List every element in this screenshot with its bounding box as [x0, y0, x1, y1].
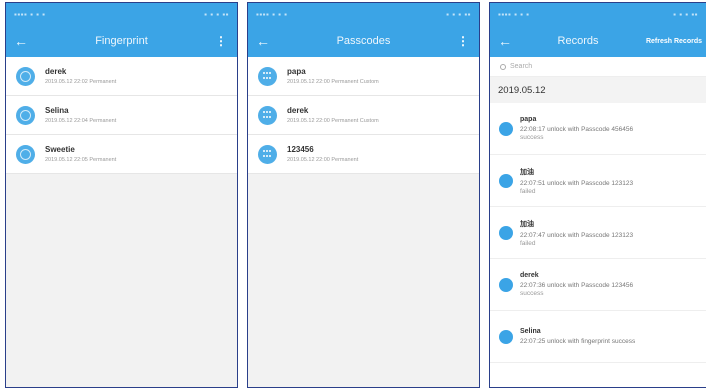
- app-bar: ← Passcodes ⋮: [248, 25, 479, 57]
- item-name: 123456: [287, 145, 314, 154]
- keypad-icon: [258, 144, 277, 164]
- record-item[interactable]: 加油 22:07:51 unlock with Passcode 123123 …: [490, 155, 706, 207]
- fingerprint-icon: [16, 105, 35, 125]
- item-subtitle: 2019.05.12 22:00 Permanent Custom: [287, 118, 379, 124]
- record-detail: 22:08:17 unlock with Passcode 456456: [520, 126, 634, 133]
- list-item[interactable]: Selina 2019.05.12 22:04 Permanent: [6, 96, 237, 135]
- more-menu-icon[interactable]: ⋮: [215, 34, 227, 48]
- record-item[interactable]: Selina 22:07:25 unlock with fingerprint …: [490, 311, 706, 363]
- empty-area: [6, 174, 237, 387]
- status-bar: ▪▪▪▪ ▪ ▪ ▪ ▪ ▪ ▪ ▪▪: [490, 3, 706, 25]
- record-result: success: [520, 134, 544, 141]
- back-arrow-icon[interactable]: ←: [490, 33, 520, 49]
- fingerprint-icon: [16, 144, 35, 164]
- item-name: derek: [45, 67, 67, 76]
- list-item[interactable]: papa 2019.05.12 22:00 Permanent Custom: [248, 57, 479, 96]
- empty-area: [248, 174, 479, 387]
- date-header: 2019.05.12: [490, 77, 706, 103]
- record-item[interactable]: papa 22:08:17 unlock with Passcode 45645…: [490, 103, 706, 155]
- record-dot-icon: [499, 329, 513, 344]
- item-name: derek: [287, 106, 309, 115]
- back-arrow-icon[interactable]: ←: [6, 33, 36, 49]
- record-name: 加油: [520, 220, 534, 228]
- more-menu-icon[interactable]: ⋮: [457, 34, 469, 48]
- record-dot-icon: [499, 225, 513, 240]
- keypad-icon: [258, 105, 277, 125]
- status-bar-left: ▪▪▪▪ ▪ ▪ ▪: [498, 9, 530, 19]
- fingerprint-icon: [16, 66, 35, 86]
- item-subtitle: 2019.05.12 22:00 Permanent Custom: [287, 79, 379, 85]
- search-placeholder: Search: [510, 63, 533, 70]
- status-bar-left: ▪▪▪▪ ▪ ▪ ▪: [14, 9, 46, 19]
- list-item[interactable]: derek 2019.05.12 22:00 Permanent Custom: [248, 96, 479, 135]
- item-subtitle: 2019.05.12 22:00 Permanent: [287, 157, 359, 163]
- app-bar: ← Fingerprint ⋮: [6, 25, 237, 57]
- passcodes-screen: ▪▪▪▪ ▪ ▪ ▪ ▪ ▪ ▪ ▪▪ ← Passcodes ⋮ papa 2…: [247, 2, 480, 388]
- item-name: papa: [287, 67, 306, 76]
- record-detail: 22:07:36 unlock with Passcode 123456: [520, 282, 634, 289]
- list-item[interactable]: Sweetie 2019.05.12 22:05 Permanent: [6, 135, 237, 174]
- refresh-records-button[interactable]: Refresh Records: [646, 38, 702, 45]
- status-bar-right: ▪ ▪ ▪ ▪▪: [204, 9, 229, 19]
- record-detail: 22:07:47 unlock with Passcode 123123: [520, 231, 634, 239]
- screenshot-collage: ▪▪▪▪ ▪ ▪ ▪ ▪ ▪ ▪ ▪▪ ← Fingerprint ⋮ dere…: [0, 0, 706, 388]
- search-input[interactable]: Search: [490, 57, 706, 77]
- record-dot-icon: [499, 173, 513, 188]
- list-item[interactable]: 123456 2019.05.12 22:00 Permanent: [248, 135, 479, 174]
- record-detail: 22:07:51 unlock with Passcode 123123: [520, 179, 634, 187]
- page-title: Passcodes: [336, 35, 391, 47]
- status-bar-left: ▪▪▪▪ ▪ ▪ ▪: [256, 9, 288, 19]
- records-screen: ▪▪▪▪ ▪ ▪ ▪ ▪ ▪ ▪ ▪▪ ← Records Refresh Re…: [489, 2, 706, 388]
- list-item[interactable]: derek 2019.05.12 22:02 Permanent: [6, 57, 237, 96]
- record-result: success: [520, 290, 544, 297]
- keypad-icon: [258, 66, 277, 86]
- record-result: failed: [520, 187, 536, 195]
- search-icon: [500, 63, 506, 70]
- item-name: Sweetie: [45, 145, 75, 154]
- record-result: failed: [520, 239, 536, 247]
- status-bar-right: ▪ ▪ ▪ ▪▪: [446, 9, 471, 19]
- back-arrow-icon[interactable]: ←: [248, 33, 278, 49]
- record-detail: 22:07:25 unlock with fingerprint success: [520, 337, 636, 345]
- item-subtitle: 2019.05.12 22:02 Permanent: [45, 79, 117, 85]
- item-subtitle: 2019.05.12 22:05 Permanent: [45, 157, 117, 163]
- record-dot-icon: [499, 121, 513, 136]
- record-name: derek: [520, 272, 539, 279]
- record-dot-icon: [499, 277, 513, 292]
- app-bar: ← Records Refresh Records: [490, 25, 706, 57]
- record-item[interactable]: derek 22:07:36 unlock with Passcode 1234…: [490, 259, 706, 311]
- fingerprint-list: derek 2019.05.12 22:02 Permanent Selina …: [6, 57, 237, 174]
- record-item[interactable]: 加油 22:07:47 unlock with Passcode 123123 …: [490, 207, 706, 259]
- status-bar-right: ▪ ▪ ▪ ▪▪: [673, 9, 698, 19]
- item-name: Selina: [45, 106, 69, 115]
- record-name: 加油: [520, 168, 534, 176]
- record-name: papa: [520, 116, 537, 123]
- fingerprint-screen: ▪▪▪▪ ▪ ▪ ▪ ▪ ▪ ▪ ▪▪ ← Fingerprint ⋮ dere…: [5, 2, 238, 388]
- record-name: Selina: [520, 327, 541, 335]
- status-bar: ▪▪▪▪ ▪ ▪ ▪ ▪ ▪ ▪ ▪▪: [6, 3, 237, 25]
- page-title: Fingerprint: [95, 35, 148, 47]
- item-subtitle: 2019.05.12 22:04 Permanent: [45, 118, 117, 124]
- records-list: papa 22:08:17 unlock with Passcode 45645…: [490, 103, 706, 363]
- status-bar: ▪▪▪▪ ▪ ▪ ▪ ▪ ▪ ▪ ▪▪: [248, 3, 479, 25]
- passcode-list: papa 2019.05.12 22:00 Permanent Custom d…: [248, 57, 479, 174]
